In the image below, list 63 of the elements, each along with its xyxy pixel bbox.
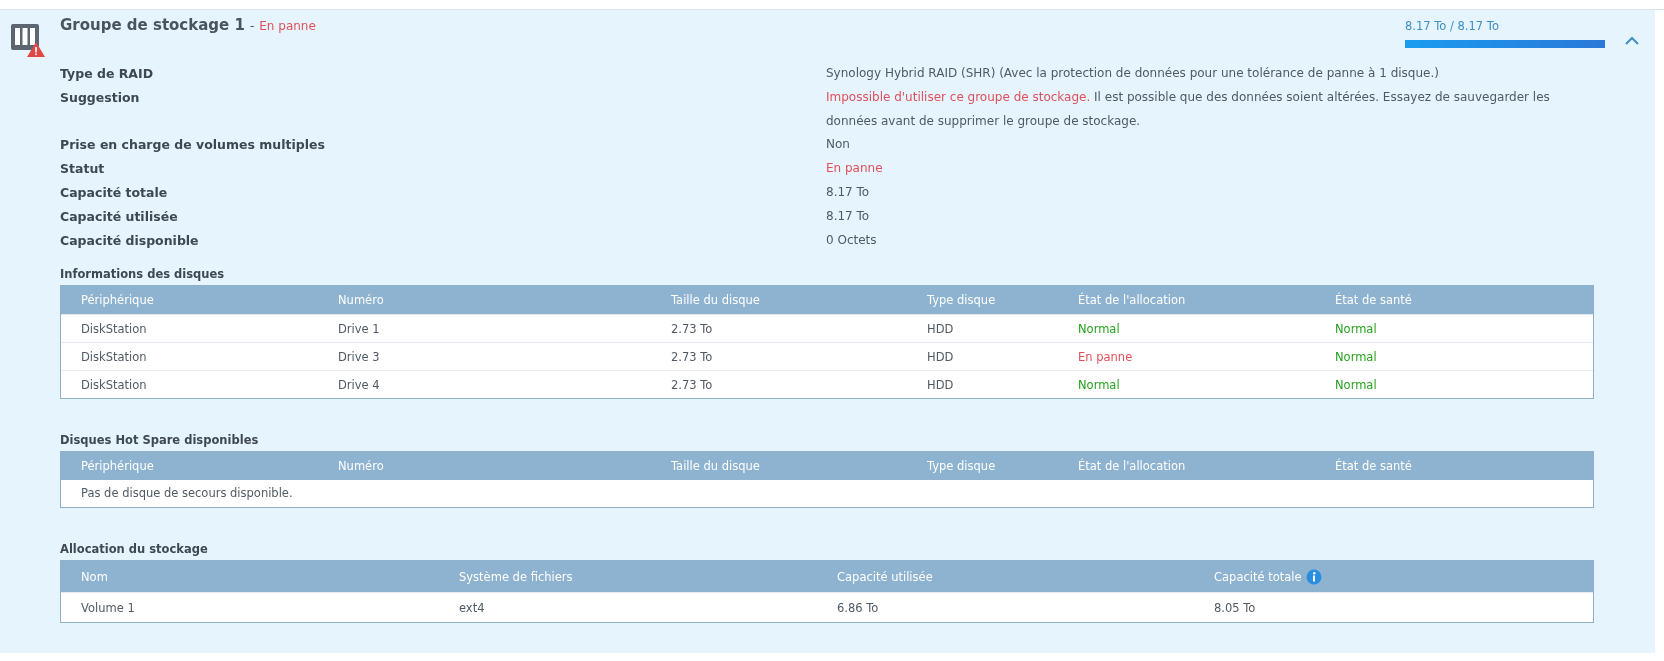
info-value: Impossible d'utiliser ce groupe de stockage. Il est possible que des données soient altérées. Essayez de sauvegarder les données avant de supprimer le groupe de stockage. [826, 89, 1551, 130]
column-header: État de l'allocation [1078, 293, 1187, 307]
column-header: Capacité utilisée [837, 569, 934, 584]
info-label: Capacité disponible [60, 232, 200, 250]
table-cell-text: Drive 4 [338, 377, 381, 392]
table-cell-text: 2.73 To [671, 321, 714, 336]
column-header: Périphérique [81, 459, 155, 473]
info-label: Type de RAID [60, 65, 155, 83]
usage-text: 8.17 To / 8.17 To [1405, 19, 1500, 33]
storage-warning-icon [10, 22, 46, 58]
table-cell-text: ext4 [459, 600, 486, 615]
info-value: 8.17 To [826, 208, 871, 225]
info-value: 8.17 To [826, 184, 871, 201]
info-value: Non [826, 136, 851, 153]
info-label: Prise en charge de volumes multiples [60, 136, 326, 154]
table-cell-text: Drive 3 [338, 349, 381, 364]
table-cell-text: DiskStation [81, 377, 148, 392]
empty-message: Pas de disque de secours disponible. [80, 485, 294, 502]
section-title: Disques Hot Spare disponibles [60, 433, 260, 447]
info-icon[interactable] [1305, 568, 1322, 585]
collapse-chevron-icon[interactable] [1625, 36, 1639, 46]
table-cell-text: HDD [927, 349, 955, 364]
section-title: Informations des disques [60, 267, 226, 281]
pool-title: Groupe de stockage 1 [60, 16, 245, 34]
table-cell-text: 2.73 To [671, 377, 714, 392]
status-cell-text: Normal [1335, 377, 1378, 392]
table-cell-text: DiskStation [81, 349, 148, 364]
column-header: Type disque [927, 459, 997, 473]
column-header: Périphérique [81, 293, 155, 307]
column-header: Numéro [338, 293, 385, 307]
column-header: État de santé [1335, 293, 1413, 307]
table-cell-text: HDD [927, 377, 955, 392]
section-title: Allocation du stockage [60, 542, 209, 556]
info-value: 0 Octets [826, 232, 878, 249]
status-cell-text: Normal [1078, 377, 1121, 392]
table-cell-text: 6.86 To [837, 600, 880, 615]
column-header: Système de fichiers [459, 569, 574, 584]
table-cell-text: Drive 1 [338, 321, 381, 336]
column-header: Numéro [338, 459, 385, 473]
column-header: Taille du disque [671, 293, 761, 307]
pool-status: En panne [259, 19, 316, 33]
info-value: Synology Hybrid RAID (SHR) (Avec la protection de données pour une tolérance de panne à 1 disque.) [826, 65, 1440, 82]
info-value: En panne [826, 160, 884, 177]
status-cell-text: Normal [1335, 321, 1378, 336]
info-label: Statut [60, 160, 106, 178]
table-cell-text: HDD [927, 321, 955, 336]
table-cell-text: 8.05 To [1214, 600, 1257, 615]
column-header: Type disque [927, 293, 997, 307]
info-label: Capacité utilisée [60, 208, 179, 226]
info-label: Suggestion [60, 89, 141, 107]
status-cell-text: En panne [1078, 349, 1134, 364]
column-header: Capacité totale [1214, 569, 1302, 584]
column-header: Nom [81, 569, 109, 584]
table-cell-text: Volume 1 [81, 600, 136, 615]
title-separator: - [249, 19, 255, 33]
status-cell-text: Normal [1078, 321, 1121, 336]
column-header: État de l'allocation [1078, 459, 1187, 473]
table-cell-text: 2.73 To [671, 349, 714, 364]
column-header: État de santé [1335, 459, 1413, 473]
status-cell-text: Normal [1335, 349, 1378, 364]
column-header: Taille du disque [671, 459, 761, 473]
info-label: Capacité totale [60, 184, 169, 202]
table-cell-text: DiskStation [81, 321, 148, 336]
